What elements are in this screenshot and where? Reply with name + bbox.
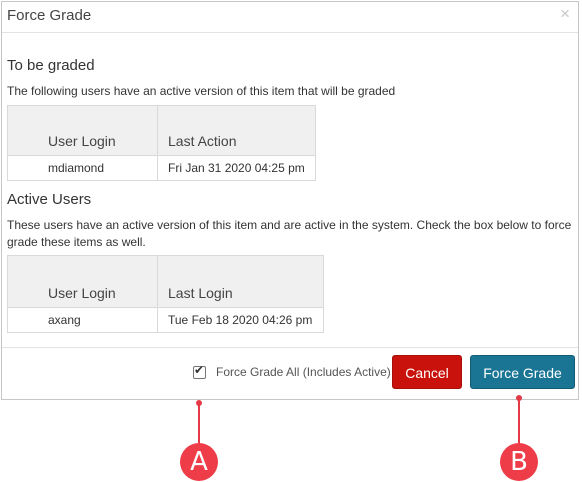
footer-divider (2, 347, 578, 348)
to-be-graded-table: User Login Last Action mdiamond Fri Jan … (7, 105, 316, 181)
column-header-user-login: User Login (7, 105, 158, 156)
callout-a-badge: A (180, 443, 218, 481)
force-grade-all-checkbox-group: ✔ Force Grade All (Includes Active) (193, 362, 391, 379)
checkmark-icon: ✔ (194, 362, 205, 377)
user-login-cell: mdiamond (7, 155, 158, 181)
last-action-cell: Fri Jan 31 2020 04:25 pm (157, 155, 316, 181)
close-icon[interactable]: × (560, 4, 570, 24)
active-users-description: These users have an active version of th… (7, 218, 572, 249)
table-header-row: User Login Last Login (7, 255, 324, 308)
user-login-cell: axang (7, 307, 158, 333)
to-be-graded-title: To be graded (7, 57, 95, 74)
to-be-graded-description: The following users have an active versi… (7, 84, 396, 98)
last-login-cell: Tue Feb 18 2020 04:26 pm (157, 307, 324, 333)
force-grade-all-checkbox[interactable]: ✔ (193, 362, 206, 379)
callout-b-badge: B (500, 443, 538, 481)
dialog-header: Force Grade × (2, 2, 578, 33)
force-grade-all-label[interactable]: Force Grade All (Includes Active) (216, 365, 391, 379)
callout-a-line (198, 402, 200, 444)
column-header-last-login: Last Login (157, 255, 324, 308)
column-header-user-login: User Login (7, 255, 158, 308)
active-users-table: User Login Last Login axang Tue Feb 18 2… (7, 255, 324, 333)
force-grade-dialog: Force Grade × To be graded The following… (1, 1, 579, 400)
table-row: axang Tue Feb 18 2020 04:26 pm (7, 307, 324, 333)
table-header-row: User Login Last Action (7, 105, 316, 156)
active-users-title: Active Users (7, 191, 92, 208)
dialog-title: Force Grade (7, 7, 92, 24)
column-header-last-action: Last Action (157, 105, 316, 156)
force-grade-button[interactable]: Force Grade (470, 355, 575, 389)
table-row: mdiamond Fri Jan 31 2020 04:25 pm (7, 155, 316, 181)
cancel-button[interactable]: Cancel (392, 355, 462, 389)
callout-b-line (518, 397, 520, 444)
